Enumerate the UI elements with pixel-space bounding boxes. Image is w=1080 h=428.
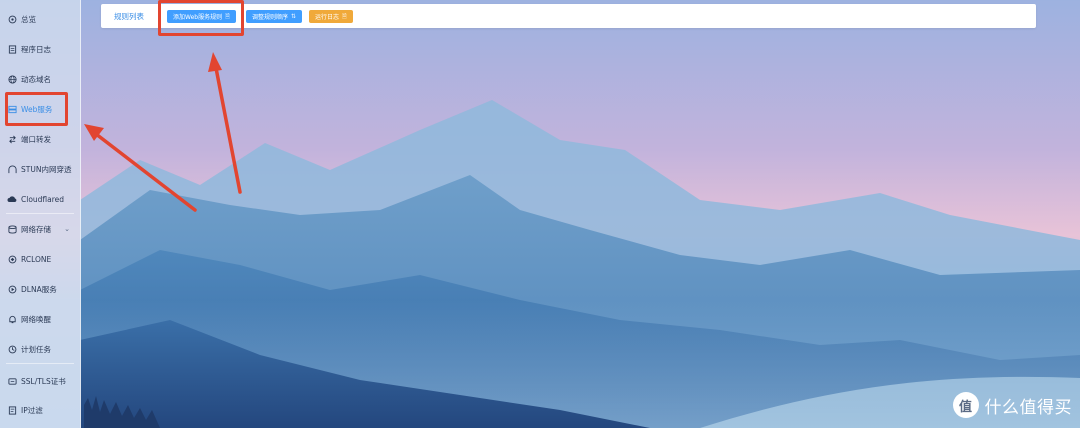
globe-icon — [7, 74, 17, 84]
log-icon: 🗎 — [342, 12, 347, 20]
sidebar-item-label: 网络唤醒 — [21, 314, 51, 324]
clock-icon — [7, 344, 17, 354]
storage-icon — [7, 224, 17, 234]
button-label: 调整规则顺序 — [252, 14, 289, 21]
chevron-down-icon: ⌄ — [64, 225, 70, 233]
sidebar-item-ssl-certs[interactable]: SSL/TLS证书 — [0, 370, 80, 392]
sidebar-item-label: Cloudflared — [21, 194, 65, 204]
port-forward-icon — [7, 134, 17, 144]
sidebar-item-label: IP过滤 — [21, 405, 43, 415]
filter-icon — [7, 405, 17, 415]
sidebar-item-program-log[interactable]: 程序日志 — [0, 38, 80, 60]
sidebar-item-label: 计划任务 — [21, 344, 51, 354]
sidebar-item-port-forward[interactable]: 端口转发 — [0, 128, 80, 150]
sidebar-item-stun[interactable]: STUN内网穿透 — [0, 158, 80, 180]
bell-icon — [7, 314, 17, 324]
sidebar-item-label: 动态域名 — [21, 74, 51, 84]
media-icon — [7, 284, 17, 294]
annotation-box-sidebar — [5, 92, 68, 126]
sidebar-item-wake-on-lan[interactable]: 网络唤醒 — [0, 308, 80, 330]
sync-icon — [7, 254, 17, 264]
sidebar-item-rclone[interactable]: RCLONE — [0, 248, 80, 270]
tunnel-icon — [7, 164, 17, 174]
sidebar-item-label: RCLONE — [21, 254, 52, 264]
sidebar-item-label: 程序日志 — [21, 44, 51, 54]
run-log-button[interactable]: 运行日志 🗎 — [309, 10, 353, 23]
document-icon — [7, 44, 17, 54]
watermark: 值 什么值得买 — [952, 392, 1073, 418]
home-icon — [7, 14, 17, 24]
watermark-logo-icon: 值 — [952, 392, 979, 418]
sidebar-item-overview[interactable]: 总览 — [0, 8, 80, 30]
sidebar-item-scheduled-tasks[interactable]: 计划任务 — [0, 338, 80, 360]
sort-icon: ⇅ — [291, 13, 297, 20]
sidebar-item-ddns[interactable]: 动态域名 — [0, 68, 80, 90]
sidebar-item-label: STUN内网穿透 — [21, 164, 72, 174]
sidebar-divider — [6, 213, 74, 214]
certificate-icon — [7, 376, 17, 386]
sidebar-item-label: 总览 — [21, 14, 36, 24]
reorder-rules-button[interactable]: 调整规则顺序 ⇅ — [246, 10, 303, 23]
mountain-landscape — [80, 52, 1080, 428]
sidebar-item-label: 端口转发 — [21, 134, 51, 144]
sidebar-item-label: SSL/TLS证书 — [21, 376, 66, 386]
tab-rule-list[interactable]: 规则列表 — [114, 11, 144, 22]
sidebar-item-dlna[interactable]: DLNA服务 — [0, 278, 80, 300]
button-label: 运行日志 — [315, 14, 340, 21]
sidebar-item-network-storage[interactable]: 网络存储 ⌄ — [0, 218, 80, 240]
sidebar-item-cloudflared[interactable]: Cloudflared — [0, 188, 80, 210]
watermark-text: 什么值得买 — [984, 397, 1072, 418]
annotation-box-add-button — [158, 0, 244, 36]
sidebar-divider — [6, 363, 74, 364]
desktop-background — [0, 0, 1080, 428]
sidebar: 总览 程序日志 动态域名 Web服务 端口转发 STUN内网穿透 Cloudfl… — [0, 0, 81, 428]
cloud-icon — [7, 194, 17, 204]
sidebar-item-label: DLNA服务 — [21, 284, 57, 294]
sidebar-item-ip-filter[interactable]: IP过滤 — [0, 399, 80, 421]
sidebar-item-label: 网络存储 — [21, 224, 51, 234]
